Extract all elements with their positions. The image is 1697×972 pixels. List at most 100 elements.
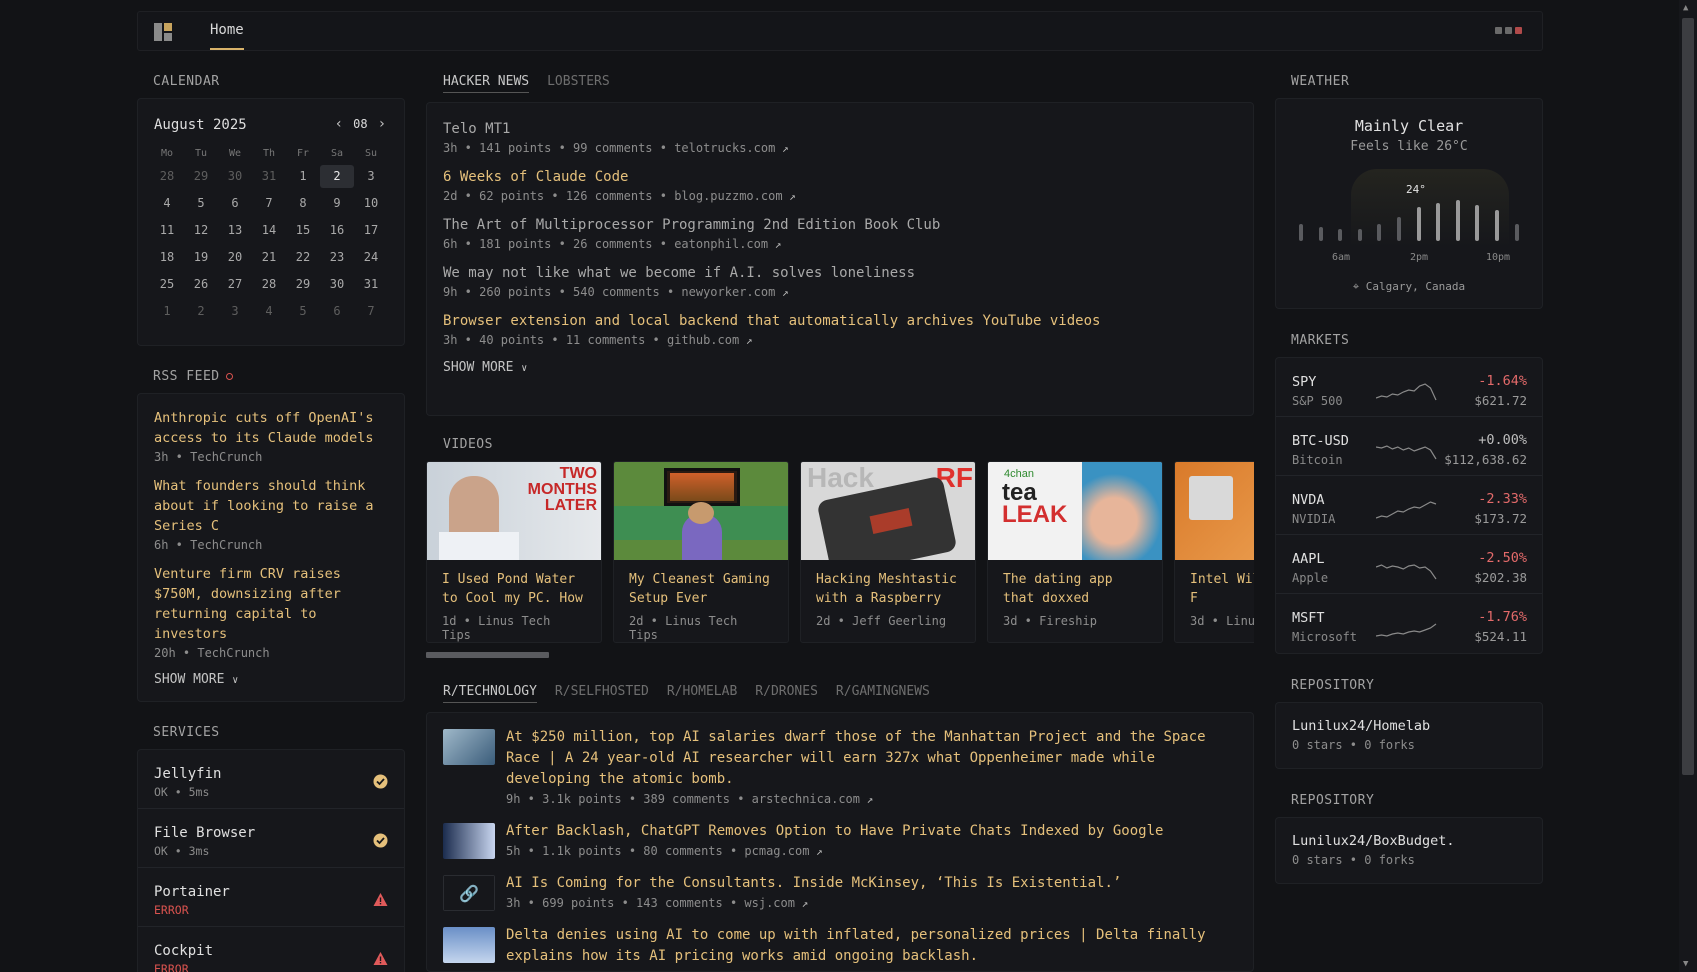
calendar-day[interactable]: 2 <box>320 165 354 188</box>
service-item[interactable]: Cockpit ERROR <box>138 927 404 972</box>
market-item[interactable]: BTC-USD Bitcoin +0.00% $112,638.62 <box>1276 417 1542 476</box>
theme-dot-icon[interactable] <box>1495 27 1502 34</box>
calendar-day[interactable]: 6 <box>320 300 354 323</box>
videos-scroll-thumb[interactable] <box>426 652 549 658</box>
rss-show-more-button[interactable]: SHOW MORE ∨ <box>154 672 388 687</box>
post-thumbnail[interactable] <box>443 927 495 963</box>
calendar-day[interactable]: 2 <box>184 300 218 323</box>
repository-name[interactable]: Lunilux24/BoxBudget. <box>1292 832 1526 851</box>
tab[interactable]: R/SELFHOSTED <box>555 684 649 703</box>
page-scroll-thumb[interactable] <box>1682 18 1694 775</box>
reddit-post-title[interactable]: At $250 million, top AI salaries dwarf t… <box>506 727 1237 790</box>
external-link-icon[interactable]: ↗ <box>739 334 753 347</box>
external-link-icon[interactable]: ↗ <box>768 238 782 251</box>
reddit-post-title[interactable]: AI Is Coming for the Consultants. Inside… <box>506 873 1237 894</box>
tab[interactable]: R/TECHNOLOGY <box>443 684 537 703</box>
calendar-day[interactable]: 30 <box>320 273 354 296</box>
calendar-day[interactable]: 16 <box>320 219 354 242</box>
video-card[interactable]: My Cleanest Gaming Setup Ever 2d • Linus … <box>613 461 789 643</box>
external-link-icon[interactable]: ↗ <box>775 142 789 155</box>
calendar-day[interactable]: 9 <box>320 192 354 215</box>
rss-item-title[interactable]: What founders should think about if look… <box>154 476 388 536</box>
calendar-day[interactable]: 29 <box>184 165 218 188</box>
video-card[interactable]: Intel Will Recover F 3d • Linus <box>1174 461 1254 643</box>
video-title[interactable]: Intel Will Recover F <box>1175 570 1254 608</box>
calendar-day[interactable]: 22 <box>286 246 320 269</box>
calendar-day[interactable]: 29 <box>286 273 320 296</box>
calendar-day[interactable]: 26 <box>184 273 218 296</box>
calendar-day[interactable]: 6 <box>218 192 252 215</box>
page-scrollbar[interactable]: ▲ ▼ <box>1679 0 1697 972</box>
link-icon[interactable]: 🔗 <box>443 875 495 911</box>
rss-item-title[interactable]: Venture firm CRV raises $750M, downsizin… <box>154 564 388 644</box>
post-thumbnail[interactable] <box>443 823 495 859</box>
video-thumbnail[interactable]: 4chan tea LEAK <box>988 462 1162 560</box>
calendar-day[interactable]: 21 <box>252 246 286 269</box>
video-thumbnail[interactable] <box>614 462 788 560</box>
market-item[interactable]: NVDA NVIDIA -2.33% $173.72 <box>1276 476 1542 535</box>
repository-widget[interactable]: Lunilux24/BoxBudget. 0 stars • 0 forks <box>1275 817 1543 884</box>
calendar-day[interactable]: 3 <box>354 165 388 188</box>
calendar-day[interactable]: 30 <box>218 165 252 188</box>
calendar-day[interactable]: 5 <box>184 192 218 215</box>
tab[interactable]: R/GAMINGNEWS <box>836 684 930 703</box>
calendar-day[interactable]: 24 <box>354 246 388 269</box>
calendar-day[interactable]: 25 <box>150 273 184 296</box>
calendar-day[interactable]: 31 <box>354 273 388 296</box>
tab[interactable]: HACKER NEWS <box>443 74 530 93</box>
news-item-title[interactable]: Browser extension and local backend that… <box>443 312 1237 331</box>
calendar-day[interactable]: 1 <box>286 165 320 188</box>
calendar-day[interactable]: 31 <box>252 165 286 188</box>
scroll-down-icon[interactable]: ▼ <box>1683 959 1688 969</box>
calendar-day[interactable]: 27 <box>218 273 252 296</box>
market-item[interactable]: SPY S&P 500 -1.64% $621.72 <box>1276 358 1542 417</box>
calendar-day[interactable]: 8 <box>286 192 320 215</box>
video-title[interactable]: Hacking Meshtastic with a Raspberry Pi… <box>801 570 975 608</box>
news-item-title[interactable]: The Art of Multiprocessor Programming 2n… <box>443 216 1237 235</box>
calendar-day[interactable]: 12 <box>184 219 218 242</box>
calendar-day[interactable]: 7 <box>354 300 388 323</box>
nav-tab-home[interactable]: Home <box>210 12 244 50</box>
calendar-day[interactable]: 3 <box>218 300 252 323</box>
calendar-day[interactable]: 7 <box>252 192 286 215</box>
calendar-day[interactable]: 20 <box>218 246 252 269</box>
service-item[interactable]: Portainer ERROR <box>138 868 404 927</box>
calendar-day[interactable]: 15 <box>286 219 320 242</box>
calendar-day[interactable]: 5 <box>286 300 320 323</box>
news-item-title[interactable]: We may not like what we become if A.I. s… <box>443 264 1237 283</box>
calendar-day[interactable]: 11 <box>150 219 184 242</box>
chevron-right-icon[interactable]: › <box>378 116 386 132</box>
repository-name[interactable]: Lunilux24/Homelab <box>1292 717 1526 736</box>
service-item[interactable]: File Browser OK • 3ms <box>138 809 404 868</box>
market-item[interactable]: AAPL Apple -2.50% $202.38 <box>1276 535 1542 594</box>
calendar-day[interactable]: 13 <box>218 219 252 242</box>
calendar-day[interactable]: 10 <box>354 192 388 215</box>
news-show-more-button[interactable]: SHOW MORE ∨ <box>443 360 1237 375</box>
reddit-post-title[interactable]: After Backlash, ChatGPT Removes Option t… <box>506 821 1237 842</box>
video-card[interactable]: TWO MONTHS LATER I Used Pond Water to Cool … <box>426 461 602 643</box>
calendar-day[interactable]: 23 <box>320 246 354 269</box>
external-link-icon[interactable]: ↗ <box>860 793 874 806</box>
video-thumbnail[interactable]: Hack RF <box>801 462 975 560</box>
external-link-icon[interactable]: ↗ <box>809 845 823 858</box>
news-item-title[interactable]: Telo MT1 <box>443 120 1237 139</box>
theme-picker[interactable] <box>1495 27 1522 34</box>
videos-scrollbar[interactable] <box>426 652 1254 658</box>
tab[interactable]: LOBSTERS <box>547 74 610 93</box>
external-link-icon[interactable]: ↗ <box>775 286 789 299</box>
calendar-day[interactable]: 4 <box>150 192 184 215</box>
calendar-day[interactable]: 4 <box>252 300 286 323</box>
market-item[interactable]: MSFT Microsoft -1.76% $524.11 <box>1276 594 1542 653</box>
reddit-post-title[interactable]: Delta denies using AI to come up with in… <box>506 925 1237 967</box>
video-title[interactable]: The dating app that doxxed 72,000… <box>988 570 1162 608</box>
service-item[interactable]: Jellyfin OK • 5ms <box>138 750 404 809</box>
video-card[interactable]: Hack RF Hacking Meshtastic with a Raspberr… <box>800 461 976 643</box>
calendar-day[interactable]: 18 <box>150 246 184 269</box>
rss-item-title[interactable]: Anthropic cuts off OpenAI's access to it… <box>154 408 388 448</box>
scroll-up-icon[interactable]: ▲ <box>1683 3 1688 13</box>
video-card[interactable]: 4chanteaLEAK The dating app that doxxed 7… <box>987 461 1163 643</box>
app-logo-icon[interactable] <box>154 23 172 41</box>
calendar-day[interactable]: 1 <box>150 300 184 323</box>
news-item-title[interactable]: 6 Weeks of Claude Code <box>443 168 1237 187</box>
video-title[interactable]: My Cleanest Gaming Setup Ever <box>614 570 788 608</box>
